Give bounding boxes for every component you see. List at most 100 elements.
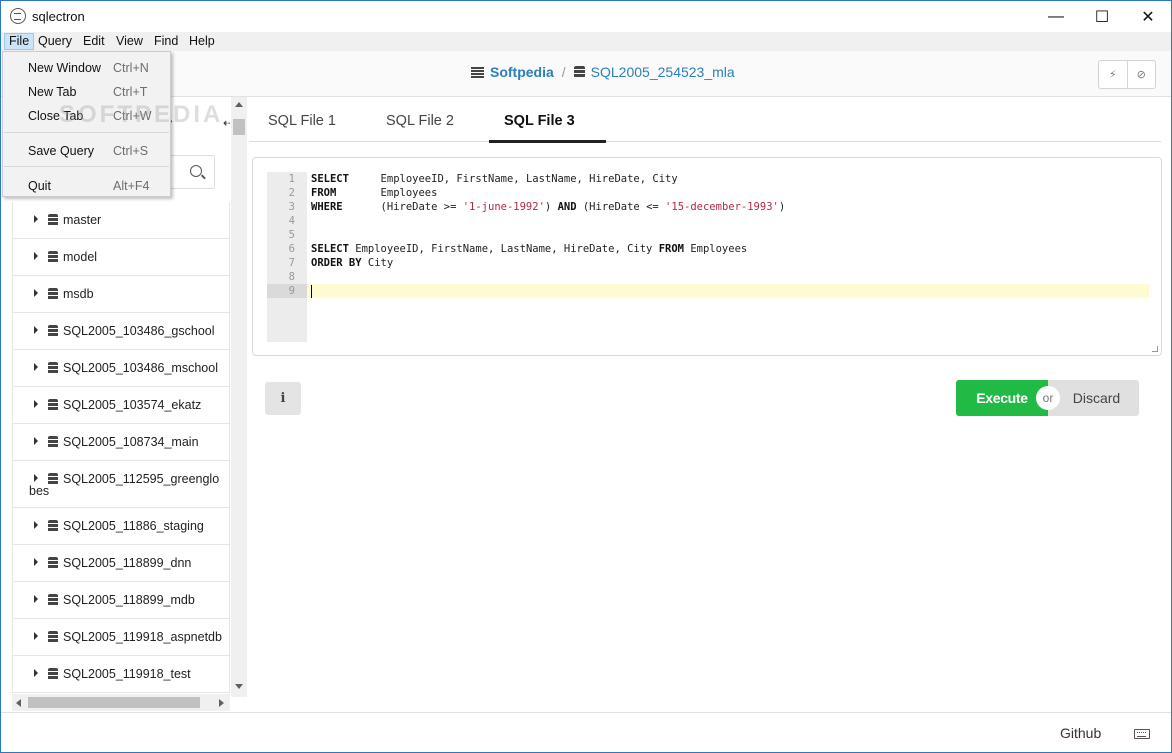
database-icon [48,325,58,337]
expand-caret-icon[interactable] [34,400,38,408]
tab-sql-file-3[interactable]: SQL File 3 [504,113,575,129]
database-list-item[interactable]: SQL2005_119918_test [13,656,229,693]
sidebar-vertical-scrollbar[interactable] [231,97,247,697]
menu-item-label: New Window [28,61,101,75]
horizontal-scroll-thumb[interactable] [28,697,200,708]
line-number: 5 [288,229,295,241]
menu-item-shortcut: Alt+F4 [113,179,150,193]
database-name: SQL2005_108734_main [63,435,199,449]
database-icon [48,594,58,606]
sql-text: EmployeeID, FirstName, LastName, HireDat… [348,243,659,255]
expand-caret-icon[interactable] [34,437,38,445]
sql-keyword: SELECT [311,173,349,185]
sql-text: (HireDate >= [342,201,463,213]
menu-save-query[interactable]: Save Query Ctrl+S [3,139,170,161]
database-name: SQL2005_103486_mschool [63,361,218,375]
maximize-button[interactable]: ☐ [1079,1,1125,32]
tab-sql-file-1[interactable]: SQL File 1 [268,113,336,129]
line-number: 3 [288,201,295,213]
expand-caret-icon[interactable] [34,474,38,482]
breadcrumb-server[interactable]: Softpedia [490,64,554,80]
text-cursor [311,285,312,298]
expand-caret-icon[interactable] [34,215,38,223]
close-window-button[interactable]: ✕ [1125,1,1171,32]
line-number: 4 [288,215,295,227]
database-list-item[interactable]: SQL2005_103574_ekatz [13,387,229,424]
database-list-item[interactable]: model [13,239,229,276]
menu-item-shortcut: Ctrl+T [113,85,148,99]
sidebar-horizontal-scrollbar[interactable] [12,694,230,711]
menu-bar: File Query Edit View Find Help [1,32,1171,51]
discard-button[interactable]: Discard [1048,380,1139,416]
scroll-down-arrow-icon[interactable] [235,684,243,689]
database-list-item[interactable]: master [13,202,229,239]
menu-file[interactable]: File [4,33,35,50]
database-name: SQL2005_11886_staging [63,519,204,533]
expand-caret-icon[interactable] [34,632,38,640]
breadcrumb-database[interactable]: SQL2005_254523_mla [591,64,735,80]
execute-button[interactable]: Execute [956,380,1048,416]
or-divider: or [1036,386,1060,410]
scroll-left-arrow-icon[interactable] [16,699,21,707]
sql-keyword: WHERE [311,201,343,213]
database-list-item[interactable]: SQL2005_103486_gschool [13,313,229,350]
resize-handle-icon[interactable] [1152,346,1158,352]
database-icon [48,557,58,569]
sql-editor[interactable]: 1 2 3 4 5 6 7 8 9 SELECT EmployeeID, FirstName, … [252,157,1162,356]
info-button[interactable]: i [265,382,301,415]
menu-new-window[interactable]: New Window Ctrl+N [3,56,170,78]
database-name: SQL2005_119918_aspnetdb [63,630,222,644]
database-list-item[interactable]: SQL2005_108734_main [13,424,229,461]
line-number: 1 [288,173,295,185]
scroll-up-arrow-icon[interactable] [235,102,243,107]
sqlectron-logo-icon [10,8,26,24]
keyboard-icon[interactable] [1134,729,1150,739]
expand-caret-icon[interactable] [34,595,38,603]
database-list-item[interactable]: SQL2005_103486_mschool [13,350,229,387]
expand-caret-icon[interactable] [34,558,38,566]
sql-text: Employees [684,243,748,255]
database-name: model [63,250,98,264]
database-list-item[interactable]: SQL2005_118899_dnn [13,545,229,582]
disconnect-icon[interactable]: ⊘ [1126,61,1156,88]
plug-icon[interactable]: ⚡ [1099,61,1127,88]
expand-caret-icon[interactable] [34,326,38,334]
database-list-item[interactable]: SQL2005_11886_staging [13,508,229,545]
database-list-item[interactable]: SQL2005_112595_greenglo bes [13,461,229,508]
minimize-button[interactable]: — [1033,1,1079,32]
search-icon [190,165,202,177]
window-title: sqlectron [32,9,85,24]
menu-item-shortcut: Ctrl+S [113,144,149,158]
database-icon [48,362,58,374]
expand-caret-icon[interactable] [34,289,38,297]
menu-quit[interactable]: Quit Alt+F4 [3,174,170,196]
scroll-thumb[interactable] [233,119,245,135]
expand-caret-icon[interactable] [34,252,38,260]
sql-string: '15-december-1993' [665,201,779,213]
code-line: WHERE (HireDate >= '1-june-1992') AND (H… [311,201,785,213]
sql-keyword: SELECT [311,243,349,255]
menu-find[interactable]: Find [150,33,182,50]
expand-caret-icon[interactable] [34,669,38,677]
database-name: SQL2005_118899_dnn [63,556,192,570]
sql-text: Employees [336,187,438,199]
tab-sql-file-2[interactable]: SQL File 2 [386,113,454,129]
line-number: 7 [288,257,295,269]
scroll-right-arrow-icon[interactable] [219,699,224,707]
expand-caret-icon[interactable] [34,521,38,529]
expand-caret-icon[interactable] [34,363,38,371]
database-icon [48,631,58,643]
menu-close-tab[interactable]: Close Tab Ctrl+W [3,104,170,126]
database-list-item[interactable]: SQL2005_119918_aspnetdb [13,619,229,656]
app-window: sqlectron — ☐ ✕ File Query Edit View Fin… [0,0,1172,753]
menu-help[interactable]: Help [185,33,219,50]
menu-query[interactable]: Query [34,33,76,50]
sql-keyword: AND [557,201,577,213]
menu-item-label: Quit [28,179,51,193]
database-list-item[interactable]: SQL2005_118899_mdb [13,582,229,619]
menu-new-tab[interactable]: New Tab Ctrl+T [3,80,170,102]
menu-edit[interactable]: Edit [79,33,109,50]
github-link[interactable]: Github [1060,725,1101,741]
menu-view[interactable]: View [112,33,147,50]
database-list-item[interactable]: msdb [13,276,229,313]
